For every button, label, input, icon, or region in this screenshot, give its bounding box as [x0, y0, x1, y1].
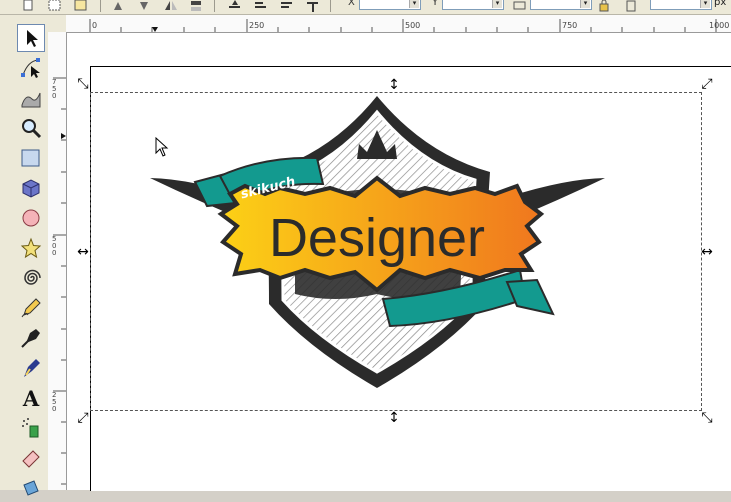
toolbar-separator: [214, 0, 215, 12]
spiral-icon: [24, 269, 41, 285]
frame-icon[interactable]: [74, 0, 88, 11]
arrow-icon: [27, 30, 38, 47]
ruler-label: 750: [562, 21, 578, 30]
rectangle-icon: [21, 149, 40, 167]
width-icon: [513, 0, 527, 11]
height-icon: [625, 0, 639, 12]
pencil-icon: [21, 298, 41, 318]
doc-icon[interactable]: [22, 0, 36, 11]
pen-icon: [21, 329, 40, 348]
units-select[interactable]: px: [714, 0, 726, 8]
raise-to-top-icon[interactable]: [228, 0, 242, 11]
ruler-label: 1000: [709, 21, 730, 30]
x-coordinate-field[interactable]: ▾: [359, 0, 421, 10]
y-coordinate-field[interactable]: ▾: [442, 0, 504, 10]
width-spin-icon[interactable]: ▾: [580, 0, 590, 8]
pen-tool[interactable]: [17, 324, 45, 352]
ruler-label: 500: [52, 235, 57, 257]
lock-icon[interactable]: [598, 0, 612, 12]
text-tool[interactable]: A: [17, 384, 45, 412]
spiral-tool[interactable]: [17, 264, 45, 292]
tweak-tool[interactable]: [17, 84, 45, 112]
y-spin-icon[interactable]: ▾: [492, 0, 502, 8]
height-field[interactable]: ▾: [650, 0, 712, 10]
selection-bounding-box: [90, 92, 702, 411]
ellipse-icon: [22, 209, 40, 227]
height-spin-icon[interactable]: ▾: [700, 0, 710, 8]
tweak-icon: [21, 92, 41, 108]
toolbox: A: [0, 15, 48, 496]
ruler-label: 250: [52, 391, 57, 413]
cube-icon: [22, 179, 40, 198]
y-label: Y: [432, 0, 439, 8]
x-label: X: [348, 0, 355, 8]
star-tool[interactable]: [17, 234, 45, 262]
ruler-label: 0: [92, 21, 98, 30]
scale-handle-top-icon[interactable]: ↕: [387, 78, 401, 92]
star-icon: [20, 237, 42, 259]
scale-handle-bottom-icon[interactable]: ↕: [387, 411, 401, 425]
tool-controls-bar: X ▾ Y ▾ ▾ ▾ px: [0, 0, 731, 15]
ruler-label: 250: [249, 21, 265, 30]
scale-handle-bottom-right-icon[interactable]: ⤡: [700, 411, 714, 425]
scale-handle-top-right-icon[interactable]: ⤢: [700, 77, 714, 91]
bucket-tool[interactable]: [17, 474, 45, 502]
flip-horizontal-icon[interactable]: [164, 0, 178, 11]
lower-icon[interactable]: [280, 0, 294, 11]
scale-handle-left-icon[interactable]: ↔: [76, 245, 90, 259]
spray-tool[interactable]: [17, 414, 45, 442]
ruler-corner: [48, 15, 66, 32]
x-spin-icon[interactable]: ▾: [409, 0, 419, 8]
zoom-icon: [22, 119, 42, 139]
eraser-icon: [22, 450, 40, 468]
toolbar-separator: [330, 0, 331, 12]
eraser-tool[interactable]: [17, 444, 45, 472]
zoom-tool[interactable]: [17, 114, 45, 142]
calligraphy-icon: [24, 359, 40, 377]
flip-vertical-icon[interactable]: [190, 0, 204, 11]
grid-icon[interactable]: [48, 0, 62, 11]
node-tool[interactable]: [17, 54, 45, 82]
width-field[interactable]: ▾: [530, 0, 592, 10]
vertical-ruler[interactable]: 750 500 250: [48, 32, 67, 490]
rotate-ccw-icon[interactable]: [112, 0, 126, 11]
node-icon: [21, 58, 40, 78]
3dbox-tool[interactable]: [17, 174, 45, 202]
calligraphy-tool[interactable]: [17, 354, 45, 382]
pencil-tool[interactable]: [17, 294, 45, 322]
text-icon: A: [22, 385, 40, 411]
rect-tool[interactable]: [17, 144, 45, 172]
lower-to-bottom-icon[interactable]: [306, 0, 320, 12]
scale-handle-right-icon[interactable]: ↔: [700, 245, 714, 259]
toolbar-separator: [100, 0, 101, 12]
raise-icon[interactable]: [254, 0, 268, 11]
selector-tool[interactable]: [17, 24, 45, 52]
vertical-ruler-ticks: [53, 77, 66, 485]
ruler-label: 500: [405, 21, 421, 30]
ruler-label: 750: [52, 78, 57, 100]
rotate-cw-icon[interactable]: [138, 0, 152, 11]
horizontal-ruler[interactable]: 0 250 500 750 1000: [66, 15, 731, 33]
ellipse-tool[interactable]: [17, 204, 45, 232]
scale-handle-top-left-icon[interactable]: ⤡: [76, 77, 90, 91]
horizontal-ruler-ticks: [89, 19, 717, 32]
spray-icon: [22, 418, 39, 438]
scale-handle-bottom-left-icon[interactable]: ⤢: [76, 411, 90, 425]
mouse-cursor-icon: [155, 137, 169, 157]
bucket-icon: [23, 480, 39, 496]
